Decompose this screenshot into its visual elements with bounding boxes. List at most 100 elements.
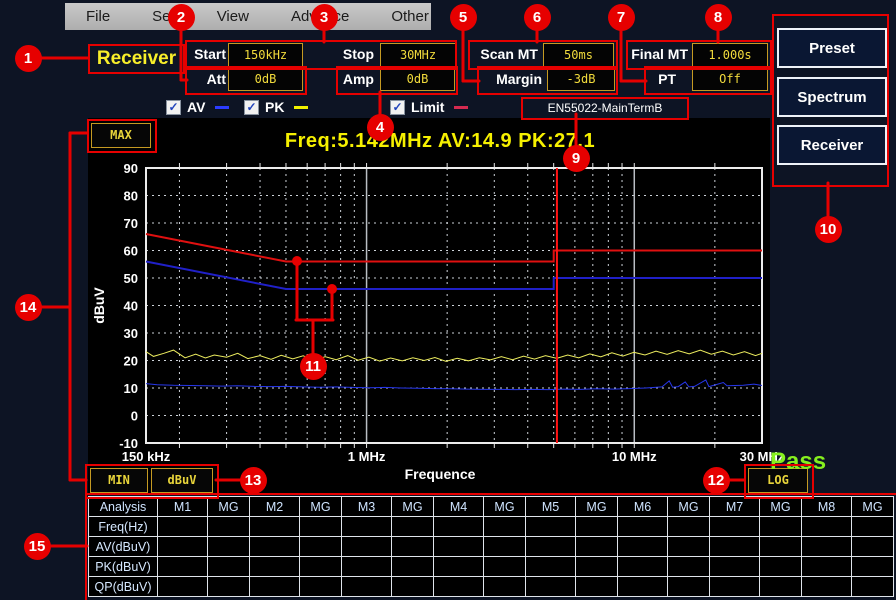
stop-field[interactable]: 30MHz [380, 43, 456, 67]
callout-6: 6 [524, 4, 551, 31]
table-cell [668, 537, 710, 557]
table-cell [342, 577, 392, 597]
table-cell [760, 537, 802, 557]
svg-text:1 MHz: 1 MHz [348, 449, 386, 464]
table-header-cell: M5 [526, 497, 576, 517]
table-cell [484, 537, 526, 557]
table-cell [434, 577, 484, 597]
av-checkbox[interactable]: ✓ [166, 100, 181, 115]
table-cell [434, 557, 484, 577]
table-header-cell: MG [392, 497, 434, 517]
table-row-label: AV(dBuV) [89, 537, 158, 557]
table-header-cell: M1 [158, 497, 208, 517]
table-row: QP(dBuV) [89, 577, 894, 597]
table-row-label: PK(dBuV) [89, 557, 158, 577]
table-header-cell: M3 [342, 497, 392, 517]
limit-legend-label: Limit [411, 99, 444, 115]
table-cell [158, 557, 208, 577]
pt-label: PT [620, 71, 676, 89]
max-button[interactable]: MAX [91, 123, 151, 148]
table-cell [802, 517, 852, 537]
table-cell [300, 557, 342, 577]
table-cell [392, 537, 434, 557]
limit-standard-label: EN55022-MainTermB [521, 97, 689, 120]
receiver-button[interactable]: Receiver [777, 125, 887, 165]
scan-mt-field[interactable]: 50ms [543, 43, 614, 67]
pt-field[interactable]: Off [692, 68, 768, 91]
min-button[interactable]: MIN [90, 468, 148, 493]
svg-text:0: 0 [131, 409, 138, 424]
table-cell [668, 557, 710, 577]
table-cell [576, 577, 618, 597]
table-cell [618, 537, 668, 557]
svg-text:Frequence: Frequence [405, 466, 476, 482]
table-cell [300, 517, 342, 537]
svg-text:70: 70 [124, 216, 138, 231]
table-cell [300, 537, 342, 557]
menu-item-file[interactable]: File [65, 8, 131, 25]
table-cell [158, 577, 208, 597]
svg-text:10: 10 [124, 381, 138, 396]
svg-text:50: 50 [124, 271, 138, 286]
svg-text:30: 30 [124, 326, 138, 341]
table-cell [250, 577, 300, 597]
callout-5: 5 [450, 4, 477, 31]
marker-readout: Freq:5.142MHz AV:14.9 PK:27.1 [230, 130, 650, 153]
callout-1: 1 [15, 45, 42, 72]
menu-item-view[interactable]: View [196, 8, 270, 25]
table-cell [392, 577, 434, 597]
start-field[interactable]: 150kHz [228, 43, 303, 67]
svg-text:150 kHz: 150 kHz [122, 449, 171, 464]
menu-item-set[interactable]: Set [131, 8, 196, 25]
table-cell [250, 557, 300, 577]
svg-text:10 MHz: 10 MHz [612, 449, 657, 464]
table-cell [710, 517, 760, 537]
av-legend-item: ✓ AV [166, 99, 229, 115]
svg-text:40: 40 [124, 299, 138, 314]
spectrum-button[interactable]: Spectrum [777, 77, 887, 117]
table-cell [208, 537, 250, 557]
table-header-cell: MG [484, 497, 526, 517]
spectrum-chart[interactable]: -100102030405060708090dBuV150 kHz1 MHz10… [88, 118, 770, 495]
table-cell [576, 537, 618, 557]
table-cell [802, 577, 852, 597]
menu-bar: FileSetViewAdvanceOther [65, 3, 431, 30]
pk-checkbox[interactable]: ✓ [244, 100, 259, 115]
svg-text:dBuV: dBuV [91, 287, 107, 324]
table-cell [576, 557, 618, 577]
table-cell [158, 537, 208, 557]
att-field[interactable]: 0dB [228, 68, 303, 91]
table-cell [802, 537, 852, 557]
svg-text:20: 20 [124, 354, 138, 369]
table-cell [208, 517, 250, 537]
table-cell [852, 537, 894, 557]
final-mt-field[interactable]: 1.000s [692, 43, 768, 67]
table-cell [760, 577, 802, 597]
table-cell [852, 557, 894, 577]
limit-checkbox[interactable]: ✓ [390, 100, 405, 115]
att-label: Att [180, 71, 226, 89]
svg-text:60: 60 [124, 244, 138, 259]
table-cell [760, 517, 802, 537]
table-header-cell: M8 [802, 497, 852, 517]
table-cell [434, 517, 484, 537]
pass-status: Pass [770, 448, 826, 476]
menu-item-other[interactable]: Other [370, 8, 450, 25]
pk-legend-label: PK [265, 99, 284, 115]
table-row: Freq(Hz) [89, 517, 894, 537]
unit-button[interactable]: dBuV [151, 468, 213, 493]
table-cell [618, 577, 668, 597]
stop-label: Stop [328, 46, 374, 64]
svg-text:80: 80 [124, 189, 138, 204]
amp-field[interactable]: 0dB [380, 68, 455, 91]
menu-item-advance[interactable]: Advance [270, 8, 370, 25]
av-color-swatch [215, 106, 229, 109]
preset-button[interactable]: Preset [777, 28, 887, 68]
av-legend-label: AV [187, 99, 205, 115]
pk-legend-item: ✓ PK [244, 99, 308, 115]
limit-legend-item: ✓ Limit [390, 99, 468, 115]
table-cell [434, 537, 484, 557]
margin-field[interactable]: -3dB [547, 68, 615, 91]
table-cell [250, 537, 300, 557]
table-header-cell: MG [576, 497, 618, 517]
